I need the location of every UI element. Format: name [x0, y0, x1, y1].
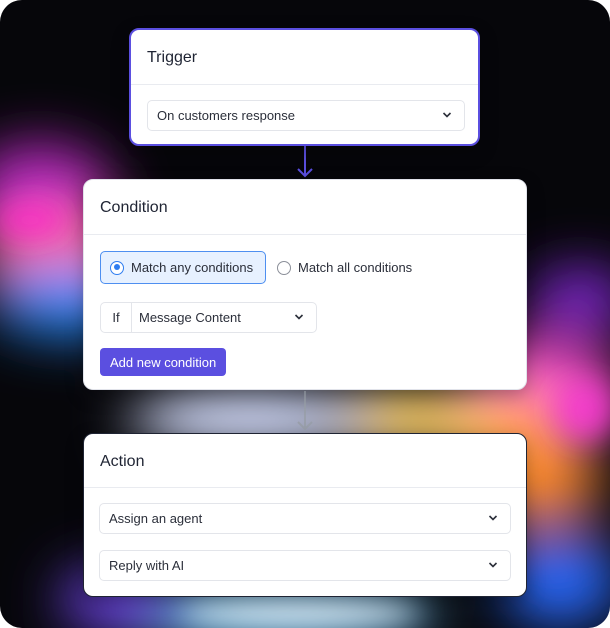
condition-row[interactable]: If Message Content — [100, 302, 317, 333]
chevron-down-icon — [488, 562, 498, 568]
action-select-value: Assign an agent — [109, 511, 203, 526]
action-title: Action — [100, 453, 145, 470]
radio-icon — [277, 260, 291, 275]
chevron-down-icon — [442, 112, 452, 118]
action-card[interactable]: Action Assign an agent Reply with AI — [83, 433, 527, 597]
trigger-title: Trigger — [147, 49, 198, 66]
match-all-label: Match all conditions — [298, 260, 413, 275]
action-select-value: Reply with AI — [109, 558, 185, 573]
condition-field-select[interactable]: Message Content — [132, 310, 241, 325]
divider — [84, 487, 526, 488]
trigger-card[interactable]: Trigger On customers response — [129, 28, 480, 146]
match-any-label: Match any conditions — [131, 260, 254, 275]
arrow-down-icon — [297, 146, 313, 178]
divider — [84, 234, 526, 235]
match-any-radio[interactable]: Match any conditions — [100, 251, 266, 284]
arrow-down-icon — [297, 391, 313, 431]
workflow-canvas: Trigger On customers response Condition … — [0, 0, 610, 628]
trigger-select[interactable]: On customers response — [147, 100, 465, 131]
action-select-assign[interactable]: Assign an agent — [99, 503, 511, 534]
condition-title: Condition — [100, 199, 168, 216]
trigger-select-value: On customers response — [157, 108, 296, 123]
condition-card[interactable]: Condition Match any conditions Match all… — [83, 179, 527, 390]
action-select-reply[interactable]: Reply with AI — [99, 550, 511, 581]
divider — [131, 84, 478, 85]
radio-icon — [110, 260, 124, 275]
if-label: If — [101, 303, 132, 332]
match-all-radio[interactable]: Match all conditions — [277, 251, 412, 284]
chevron-down-icon — [294, 314, 304, 320]
chevron-down-icon — [488, 515, 498, 521]
add-condition-button[interactable]: Add new condition — [100, 348, 227, 376]
